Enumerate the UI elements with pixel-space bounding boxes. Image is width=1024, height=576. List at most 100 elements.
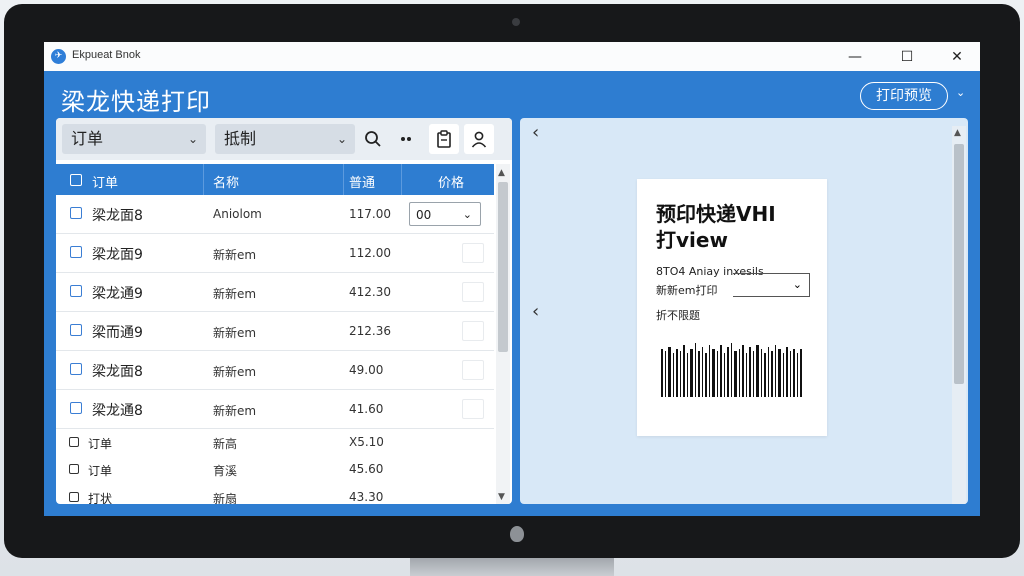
row-item-name: 育溪 bbox=[213, 464, 238, 478]
table-row[interactable]: 梁龙通8 新新em 41.60 bbox=[56, 390, 494, 429]
row-order-name: 梁龙面9 bbox=[92, 247, 143, 263]
table-row[interactable]: 梁龙面8 Aniolom 117.00 00 ⌄ bbox=[56, 195, 494, 234]
minimize-button[interactable]: — bbox=[832, 42, 878, 71]
row-checkbox[interactable] bbox=[70, 246, 82, 258]
filter-value: 抵制 bbox=[224, 129, 257, 148]
scroll-down-icon[interactable]: ▼ bbox=[498, 492, 505, 502]
column-separator bbox=[203, 164, 204, 195]
row-item-name: 新扇 bbox=[213, 492, 238, 504]
monitor-stand bbox=[410, 556, 614, 576]
list-scrollbar[interactable]: ▲ ▼ bbox=[496, 164, 510, 504]
app-icon: ✈ bbox=[51, 49, 66, 64]
chevron-down-icon: ⌄ bbox=[336, 132, 347, 146]
order-list-panel: 订单 ⌄ 抵制 ⌄ 订单 名称 普通 价格 梁龙面8 Aniolom 117.0… bbox=[56, 118, 512, 504]
column-header-order[interactable]: 订单 bbox=[92, 172, 118, 191]
row-checkbox[interactable] bbox=[70, 402, 82, 414]
quantity-select[interactable]: 00 ⌄ bbox=[409, 202, 481, 226]
app-body: 梁龙快递打印 打印预览 ⌄ 订单 ⌄ 抵制 ⌄ 订单 名称 普通 价格 梁龙面8… bbox=[44, 71, 980, 516]
row-price: 212.36 bbox=[349, 324, 391, 338]
table-row[interactable]: 订单 育溪 45.60 bbox=[56, 456, 494, 482]
scrollbar-thumb[interactable] bbox=[498, 182, 508, 352]
row-quantity-placeholder[interactable] bbox=[462, 243, 484, 263]
row-price: 412.30 bbox=[349, 285, 391, 299]
title-bar: ✈ Ekpueat Bnok — ☐ ✕ bbox=[44, 42, 980, 72]
row-quantity-placeholder[interactable] bbox=[462, 399, 484, 419]
column-separator bbox=[343, 164, 344, 195]
row-item-name: 新高 bbox=[213, 437, 238, 451]
brand-logo bbox=[510, 526, 524, 542]
search-icon[interactable] bbox=[358, 124, 388, 154]
row-order-name: 梁龙通8 bbox=[92, 403, 143, 419]
row-order-name: 订单 bbox=[88, 464, 113, 478]
row-price: 49.00 bbox=[349, 363, 384, 377]
filter-select[interactable]: 抵制 ⌄ bbox=[215, 124, 355, 154]
row-checkbox[interactable] bbox=[70, 207, 82, 219]
print-preview-button[interactable]: 打印预览 bbox=[860, 82, 948, 110]
label-option-select[interactable]: ⌄ bbox=[733, 273, 810, 297]
chevron-left-icon[interactable]: ‹ bbox=[532, 301, 539, 322]
row-price: 117.00 bbox=[349, 207, 391, 221]
column-header-name[interactable]: 名称 bbox=[213, 172, 239, 191]
row-price: X5.10 bbox=[349, 435, 384, 449]
row-item-name: 新新em bbox=[213, 248, 257, 262]
table-row[interactable]: 梁龙通9 新新em 412.30 bbox=[56, 273, 494, 312]
row-checkbox[interactable] bbox=[69, 492, 79, 502]
row-order-name: 打状 bbox=[88, 492, 113, 504]
webcam bbox=[512, 18, 520, 26]
row-order-name: 梁而通9 bbox=[92, 325, 143, 341]
label-title-line: 打view bbox=[656, 228, 728, 252]
row-item-name: 新新em bbox=[213, 404, 257, 418]
row-checkbox[interactable] bbox=[70, 285, 82, 297]
user-icon[interactable] bbox=[464, 124, 494, 154]
column-header-price[interactable]: 价格 bbox=[438, 172, 464, 191]
row-checkbox[interactable] bbox=[69, 437, 79, 447]
table-row[interactable]: 打状 新扇 43.30 bbox=[56, 483, 494, 504]
app-heading: 梁龙快递打印 bbox=[61, 88, 211, 116]
shipping-label-preview: 预印快递VHI 打view 8TO4 Aniay inxesils 新新em打印… bbox=[637, 179, 827, 436]
app-window: ✈ Ekpueat Bnok — ☐ ✕ 梁龙快递打印 打印预览 ⌄ 订单 ⌄ … bbox=[44, 42, 980, 516]
row-item-name: Aniolom bbox=[213, 207, 262, 221]
row-item-name: 新新em bbox=[213, 365, 257, 379]
select-all-checkbox[interactable] bbox=[70, 174, 82, 186]
label-title-line: 预印快递VHI bbox=[656, 202, 776, 226]
chevron-down-icon: ⌄ bbox=[792, 278, 802, 291]
maximize-button[interactable]: ☐ bbox=[884, 42, 930, 71]
row-checkbox[interactable] bbox=[69, 464, 79, 474]
quantity-value: 00 bbox=[416, 208, 432, 222]
order-type-value: 订单 bbox=[71, 129, 104, 148]
row-item-name: 新新em bbox=[213, 287, 257, 301]
chevron-down-icon[interactable]: ⌄ bbox=[956, 86, 965, 99]
table-row[interactable]: 订单 新高 X5.10 bbox=[56, 429, 494, 455]
table-row[interactable]: 梁龙面8 新新em 49.00 bbox=[56, 351, 494, 390]
label-note-line: 折不限题 bbox=[656, 309, 700, 322]
order-type-select[interactable]: 订单 ⌄ bbox=[62, 124, 206, 154]
chevron-down-icon: ⌄ bbox=[187, 132, 198, 146]
row-price: 43.30 bbox=[349, 490, 384, 504]
scroll-up-icon[interactable]: ▲ bbox=[954, 128, 961, 138]
preview-scrollbar[interactable]: ▲ bbox=[952, 126, 966, 504]
scroll-up-icon[interactable]: ▲ bbox=[498, 168, 505, 178]
row-price: 112.00 bbox=[349, 246, 391, 260]
barcode bbox=[661, 343, 802, 397]
row-item-name: 新新em bbox=[213, 326, 257, 340]
chevron-left-icon[interactable]: ‹ bbox=[532, 122, 539, 143]
list-toolbar: 订单 ⌄ 抵制 ⌄ bbox=[56, 118, 512, 160]
row-order-name: 订单 bbox=[88, 437, 113, 451]
row-quantity-placeholder[interactable] bbox=[462, 360, 484, 380]
scrollbar-thumb[interactable] bbox=[954, 144, 964, 384]
table-row[interactable]: 梁而通9 新新em 212.36 bbox=[56, 312, 494, 351]
row-checkbox[interactable] bbox=[70, 363, 82, 375]
close-button[interactable]: ✕ bbox=[934, 42, 980, 71]
row-quantity-placeholder[interactable] bbox=[462, 282, 484, 302]
row-checkbox[interactable] bbox=[70, 324, 82, 336]
more-icon[interactable] bbox=[391, 124, 421, 154]
row-order-name: 梁龙面8 bbox=[92, 364, 143, 380]
clipboard-icon[interactable] bbox=[429, 124, 459, 154]
table-header: 订单 名称 普通 价格 bbox=[56, 164, 494, 195]
table-row[interactable]: 梁龙面9 新新em 112.00 bbox=[56, 234, 494, 273]
row-quantity-placeholder[interactable] bbox=[462, 321, 484, 341]
column-header-type[interactable]: 普通 bbox=[349, 172, 375, 191]
row-price: 45.60 bbox=[349, 462, 384, 476]
window-title: Ekpueat Bnok bbox=[72, 49, 141, 61]
preview-panel: ‹ ‹ 预印快递VHI 打view 8TO4 Aniay inxesils 新新… bbox=[520, 118, 968, 504]
